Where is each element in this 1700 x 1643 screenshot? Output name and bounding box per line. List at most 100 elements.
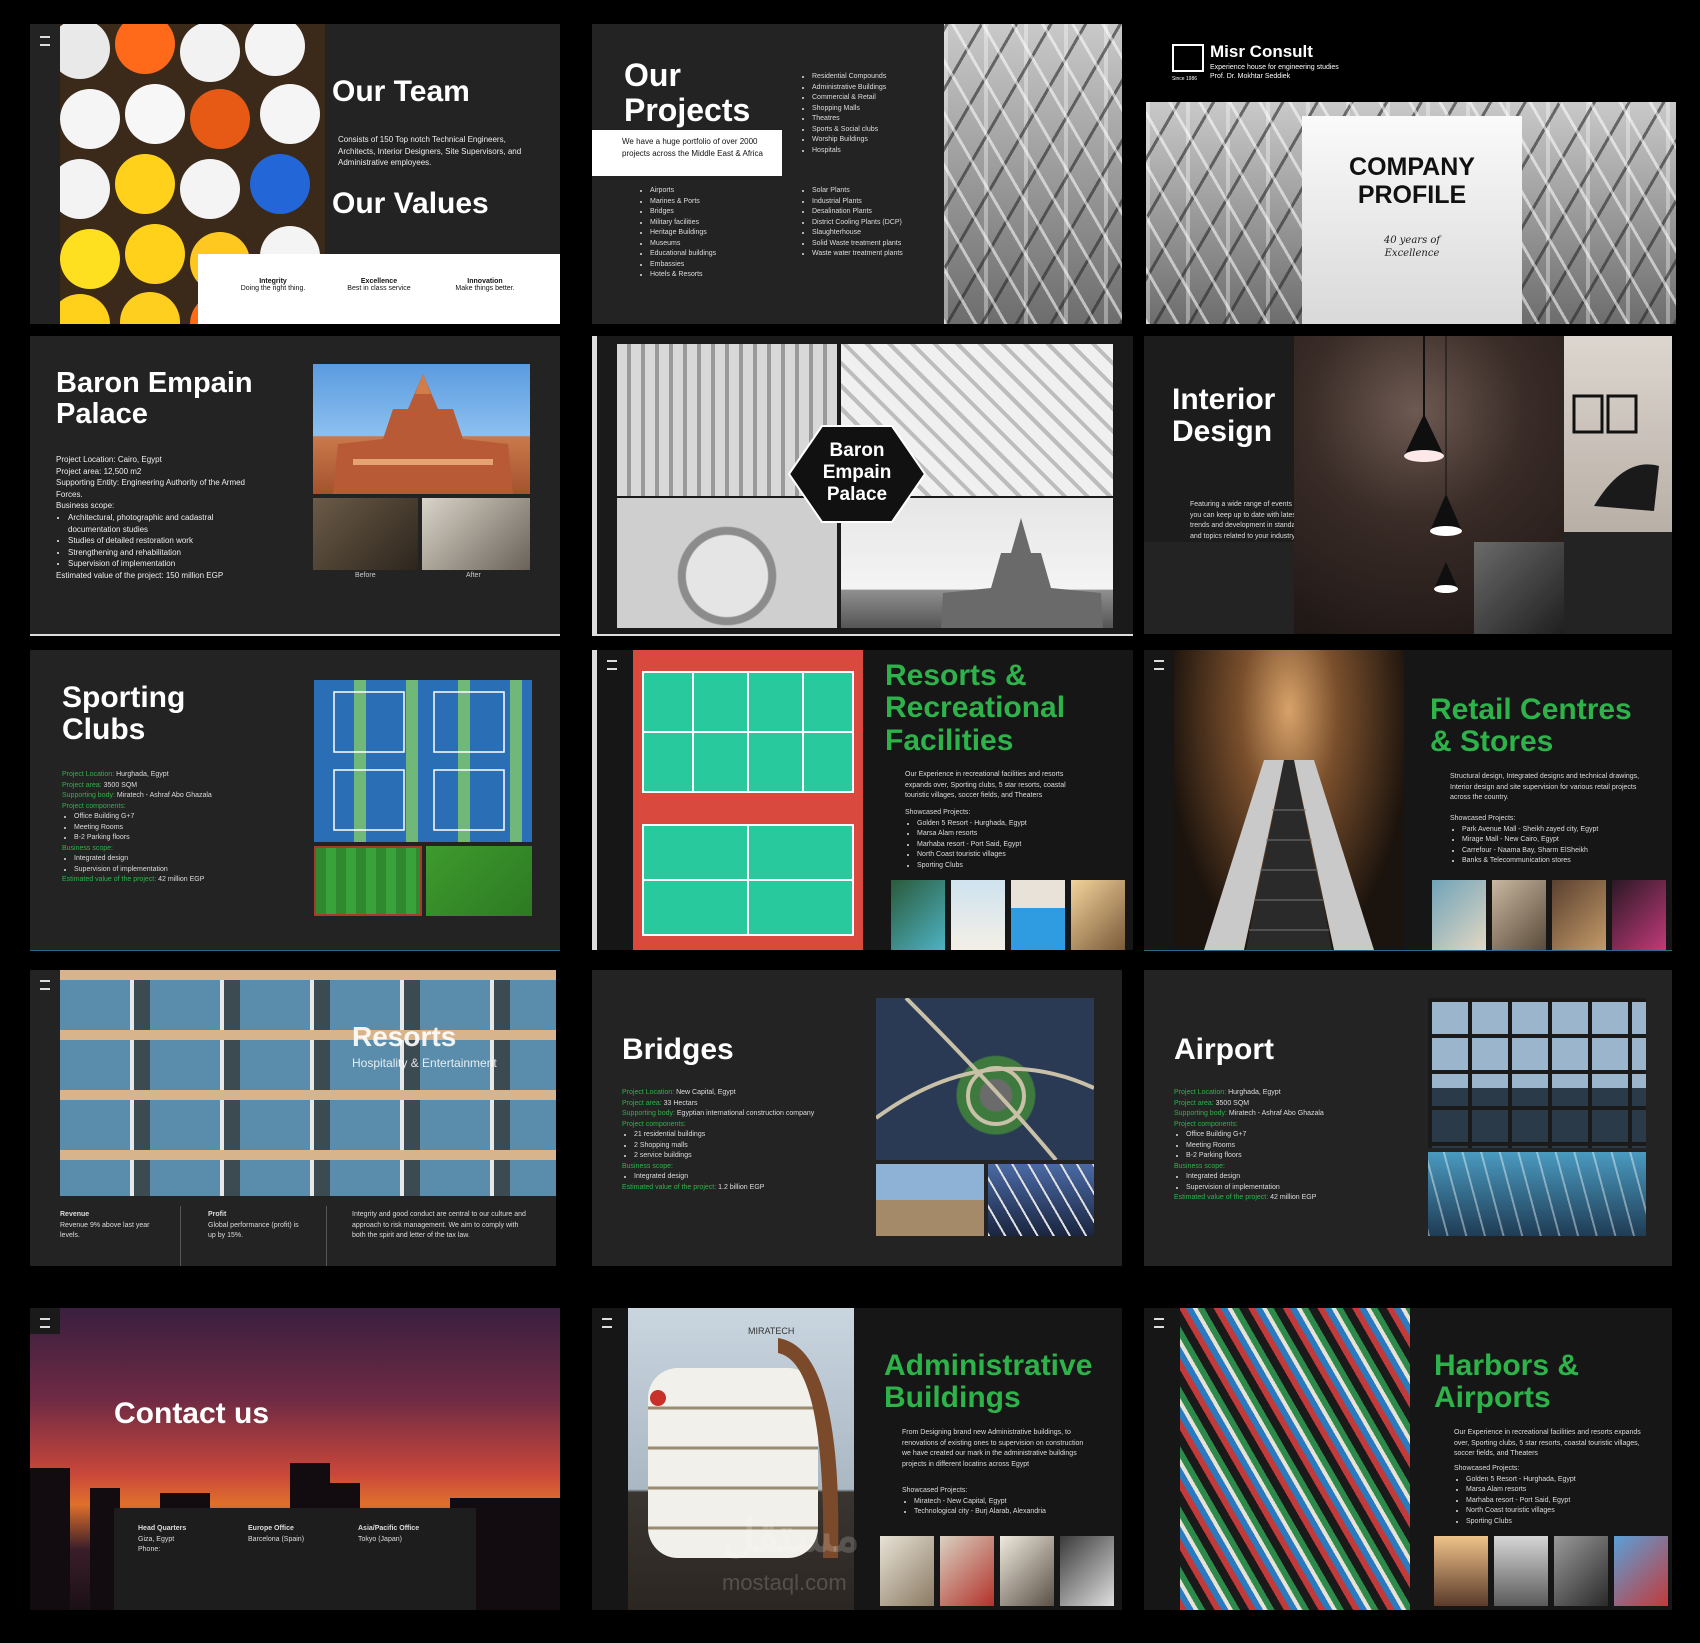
showcase-label: Showcased Projects:: [905, 809, 971, 816]
slide-airport[interactable]: Airport Project Location: Hurghada, Egyp…: [1144, 970, 1672, 1266]
value-excellence: Excellence Best in class service: [334, 278, 424, 292]
slide-resorts-recreational[interactable]: Resorts & Recreational Facilities Our Ex…: [592, 650, 1133, 950]
showcase-label: Showcased Projects:: [1450, 815, 1516, 822]
brand-tagline: Experience house for engineering studies: [1210, 64, 1339, 71]
showcase-item: Carrefour - Naama Bay, Sharm ElSheikh: [1462, 846, 1650, 857]
watermark-latin: mostaql.com: [722, 1570, 847, 1595]
profit-text: Global performance (profit) is up by 15%…: [208, 1221, 299, 1240]
slide-our-team[interactable]: Our Team Consists of 150 Top notch Techn…: [30, 24, 560, 324]
list-item: Residential Compounds: [812, 72, 930, 83]
baron-details: Project Location: Cairo, Egypt Project a…: [56, 454, 256, 582]
menu-icon[interactable]: [40, 36, 50, 46]
showcase-item: Mirage Mall - New Cairo, Egypt: [1462, 835, 1650, 846]
slide-bridges[interactable]: Bridges Project Location: New Capital, E…: [592, 970, 1122, 1266]
slide-administrative-buildings[interactable]: MIRATECH Administrative Buildings From D…: [592, 1308, 1122, 1610]
terminal-glass-photo: [1428, 1152, 1646, 1236]
value-amount: 42 million EGP: [158, 876, 205, 883]
menu-icon[interactable]: [1154, 1318, 1164, 1328]
contact-title: Contact us: [114, 1397, 270, 1430]
resorts-hosp-subtitle: Hospitality & Entertainment: [352, 1056, 497, 1070]
value-integrity: Integrity Doing the right thing.: [228, 278, 318, 292]
showcase-item: Banks & Telecommunication stores: [1462, 856, 1650, 867]
component-item: B-2 Parking floors: [74, 833, 302, 844]
component-item: Meeting Rooms: [1186, 1141, 1414, 1152]
slide-sporting-clubs[interactable]: Sporting Clubs Project Location: Hurghad…: [30, 650, 560, 951]
hq-label: Head Quarters: [138, 1525, 187, 1532]
title-line2: Recreational: [885, 691, 1066, 725]
showcase-item: North Coast touristic villages: [1466, 1506, 1654, 1517]
slide-our-projects[interactable]: Our Projects We have a huge portfolio of…: [592, 24, 1122, 324]
terminal-window-photo: [1428, 998, 1646, 1148]
list-item: Embassies: [650, 260, 768, 271]
tennis-court-photo: [633, 650, 863, 950]
hq-city: Giza, Egypt: [138, 1535, 175, 1543]
value-innovation: Innovation Make things better.: [440, 278, 530, 292]
component-item: Office Building G+7: [74, 812, 302, 823]
palace-photo: [313, 364, 530, 494]
brand-founder: Prof. Dr. Mokhtar Seddiek: [1210, 73, 1291, 80]
showcase-item: Golden 5 Resort - Hurghada, Egypt: [917, 819, 1083, 830]
thumb-port-crane: [1434, 1536, 1488, 1606]
before-photo: [313, 498, 418, 570]
project-area: Project area: 12,500 m2: [56, 466, 142, 476]
revenue-text: Revenue 9% above last year levels.: [60, 1221, 150, 1240]
slide-baron-empain-collage[interactable]: Baron Empain Palace: [592, 336, 1133, 636]
interchange-aerial-photo: [876, 998, 1094, 1160]
menu-icon[interactable]: [602, 1318, 612, 1328]
divider: [180, 1206, 181, 1266]
slide-harbors-airports[interactable]: Harbors & Airports Our Experience in rec…: [1144, 1308, 1672, 1610]
area-label: Project area:: [62, 781, 102, 789]
courts-aerial-photo: [314, 680, 532, 842]
scope-item: Supervision of implementation: [1186, 1183, 1414, 1194]
list-item: Heritage Buildings: [650, 228, 768, 239]
component-item: 21 residential buildings: [634, 1130, 862, 1141]
title-line1: Resorts &: [885, 659, 1027, 692]
location-label: Project Location:: [622, 1089, 675, 1096]
menu-icon[interactable]: [40, 980, 50, 990]
slide-retail-centres[interactable]: Retail Centres & Stores Structural desig…: [1144, 650, 1672, 951]
baron-title-line2: Palace: [56, 398, 148, 431]
menu-icon[interactable]: [607, 660, 617, 670]
showcase-item: Sporting Clubs: [917, 861, 1083, 872]
europe-city: Barcelona (Spain): [248, 1535, 305, 1543]
slide-resorts-hospitality[interactable]: Resorts Hospitality & Entertainment Reve…: [30, 970, 556, 1266]
watermark-arabic: مستقل: [722, 1509, 860, 1561]
body-value: Miratech - Ashraf Abo Ghazala: [116, 792, 212, 799]
list-item: Military facilities: [650, 218, 768, 229]
list-item: District Cooling Plants (DCP): [812, 218, 930, 229]
location-label: Project Location:: [62, 771, 115, 778]
component-item: Office Building G+7: [1186, 1130, 1414, 1141]
location-value: New Capital, Egypt: [676, 1089, 736, 1096]
bridges-details: Project Location: New Capital, Egypt Pro…: [622, 1088, 862, 1193]
showcase-item: Park Avenue Mall - Sheikh zayed city, Eg…: [1462, 825, 1650, 836]
slide-baron-empain-details[interactable]: Baron Empain Palace Project Location: Ca…: [30, 336, 560, 636]
slide-interior-design[interactable]: Interior Design Featuring a wide range o…: [1144, 336, 1672, 634]
asia-city: Tokyo (Japan): [358, 1535, 402, 1543]
menu-icon: [40, 1318, 50, 1328]
menu-button[interactable]: [30, 1308, 60, 1334]
retail-desc: Structural design, Integrated designs an…: [1450, 773, 1640, 801]
airport-title: Airport: [1174, 1033, 1274, 1066]
list-item: Commercial & Retail: [812, 93, 930, 104]
slide-contact-us[interactable]: Contact us Head Quarters Giza, Egypt Pho…: [30, 1308, 560, 1610]
sporting-title: Sporting Clubs: [62, 681, 185, 747]
collage-title-line2: Empain: [822, 461, 892, 483]
projects-description: We have a huge portfolio of over 2000 pr…: [592, 130, 782, 176]
list-item: Marines & Ports: [650, 197, 768, 208]
interior-small-photo: [1474, 542, 1564, 634]
location-label: Project Location:: [1174, 1089, 1227, 1096]
baron-title: Baron Empain Palace: [56, 367, 253, 431]
cover-script-line1: 40 years of: [1383, 235, 1441, 246]
area-value: 3500 SQM: [103, 781, 138, 789]
thumb-store2: [1492, 880, 1546, 950]
collage-title: Baron Empain Palace: [787, 440, 927, 506]
admin-desc: From Designing brand new Administrative …: [902, 1429, 1084, 1468]
miratech-building-photo: MIRATECH: [628, 1308, 854, 1610]
list-item: Hotels & Resorts: [650, 270, 768, 281]
grass-field-photo: [426, 846, 532, 916]
components-label: Project components:: [622, 1120, 686, 1128]
menu-icon[interactable]: [1154, 660, 1164, 670]
area-label: Project area:: [1174, 1099, 1214, 1107]
slide-company-profile[interactable]: Since 1986 Misr Consult Experience house…: [1146, 24, 1676, 324]
component-item: B-2 Parking floors: [1186, 1151, 1414, 1162]
